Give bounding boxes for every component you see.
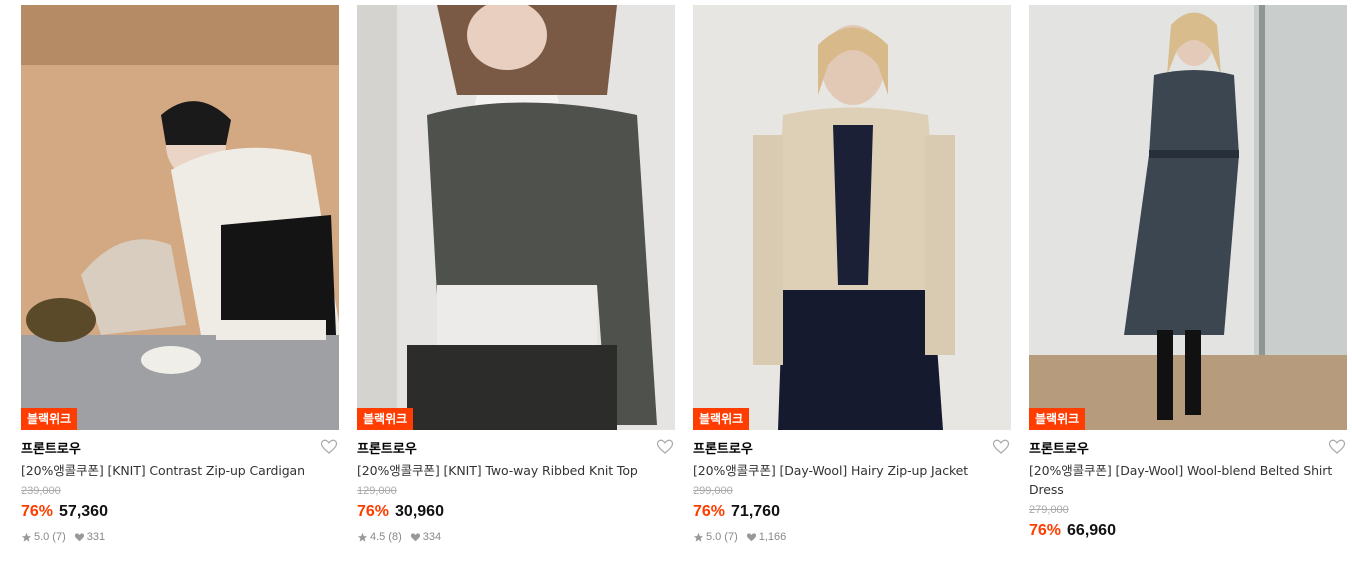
heart-filled-icon — [410, 532, 420, 541]
product-image[interactable]: 블랙위크 — [1029, 5, 1347, 430]
black-week-badge: 블랙위크 — [357, 408, 414, 430]
star-icon — [21, 532, 32, 542]
rating-value: 4.5 — [370, 531, 386, 543]
brand-name[interactable]: 프론트로우 — [693, 438, 753, 457]
heart-outline-icon[interactable] — [656, 438, 674, 456]
product-card[interactable]: 블랙위크 프론트로우 [20%앵콜쿠폰] [KNIT] Two-way Ribb… — [357, 5, 675, 544]
brand-name[interactable]: 프론트로우 — [357, 438, 417, 457]
star-icon — [357, 532, 368, 542]
product-image[interactable]: 블랙위크 — [357, 5, 675, 430]
product-image[interactable]: 블랙위크 — [693, 5, 1011, 430]
product-card[interactable]: 블랙위크 프론트로우 [20%앵콜쿠폰] [Day-Wool] Hairy Zi… — [693, 5, 1011, 544]
like-count: 331 — [86, 531, 106, 543]
product-name[interactable]: [20%앵콜쿠폰] [KNIT] Contrast Zip-up Cardiga… — [21, 461, 339, 480]
original-price: 239,000 — [21, 485, 61, 497]
product-card[interactable]: 블랙위크 프론트로우 [20%앵콜쿠폰] [KNIT] Contrast Zip… — [21, 5, 339, 544]
brand-name[interactable]: 프론트로우 — [1029, 438, 1089, 457]
product-stats: 5.0 (7) 331 — [21, 530, 339, 544]
original-price: 299,000 — [693, 485, 733, 497]
discount-rate: 76% — [693, 503, 726, 520]
sale-price: 71,760 — [731, 503, 780, 520]
review-count: (8) — [388, 531, 402, 543]
like-count: 334 — [422, 531, 442, 543]
rating-value: 5.0 — [706, 531, 722, 543]
discount-rate: 76% — [357, 503, 390, 520]
product-image[interactable]: 블랙위크 — [21, 5, 339, 430]
product-name[interactable]: [20%앵콜쿠폰] [Day-Wool] Hairy Zip-up Jacket — [693, 461, 1011, 480]
review-count: (7) — [724, 531, 738, 543]
black-week-badge: 블랙위크 — [693, 408, 750, 430]
review-count: (7) — [52, 531, 66, 543]
brand-name[interactable]: 프론트로우 — [21, 438, 81, 457]
heart-outline-icon[interactable] — [1328, 438, 1346, 456]
heart-filled-icon — [74, 532, 84, 541]
discount-rate: 76% — [1029, 522, 1062, 539]
black-week-badge: 블랙위크 — [1029, 408, 1086, 430]
heart-outline-icon[interactable] — [320, 438, 338, 456]
black-week-badge: 블랙위크 — [21, 408, 78, 430]
like-count: 1,166 — [758, 531, 787, 543]
product-name[interactable]: [20%앵콜쿠폰] [Day-Wool] Wool-blend Belted S… — [1029, 461, 1347, 499]
product-name[interactable]: [20%앵콜쿠폰] [KNIT] Two-way Ribbed Knit Top — [357, 461, 675, 480]
product-grid: 블랙위크 프론트로우 [20%앵콜쿠폰] [KNIT] Contrast Zip… — [0, 0, 1352, 561]
product-stats: 4.5 (8) 334 — [357, 530, 675, 544]
rating-value: 5.0 — [34, 531, 50, 543]
discount-rate: 76% — [21, 503, 54, 520]
original-price: 129,000 — [357, 485, 397, 497]
heart-filled-icon — [746, 532, 756, 541]
heart-outline-icon[interactable] — [992, 438, 1010, 456]
original-price: 279,000 — [1029, 504, 1069, 516]
sale-price: 30,960 — [395, 503, 444, 520]
product-card[interactable]: 블랙위크 프론트로우 [20%앵콜쿠폰] [Day-Wool] Wool-ble… — [1029, 5, 1347, 541]
product-stats: 5.0 (7) 1,166 — [693, 530, 1011, 544]
sale-price: 57,360 — [59, 503, 108, 520]
sale-price: 66,960 — [1067, 522, 1116, 539]
star-icon — [693, 532, 704, 542]
